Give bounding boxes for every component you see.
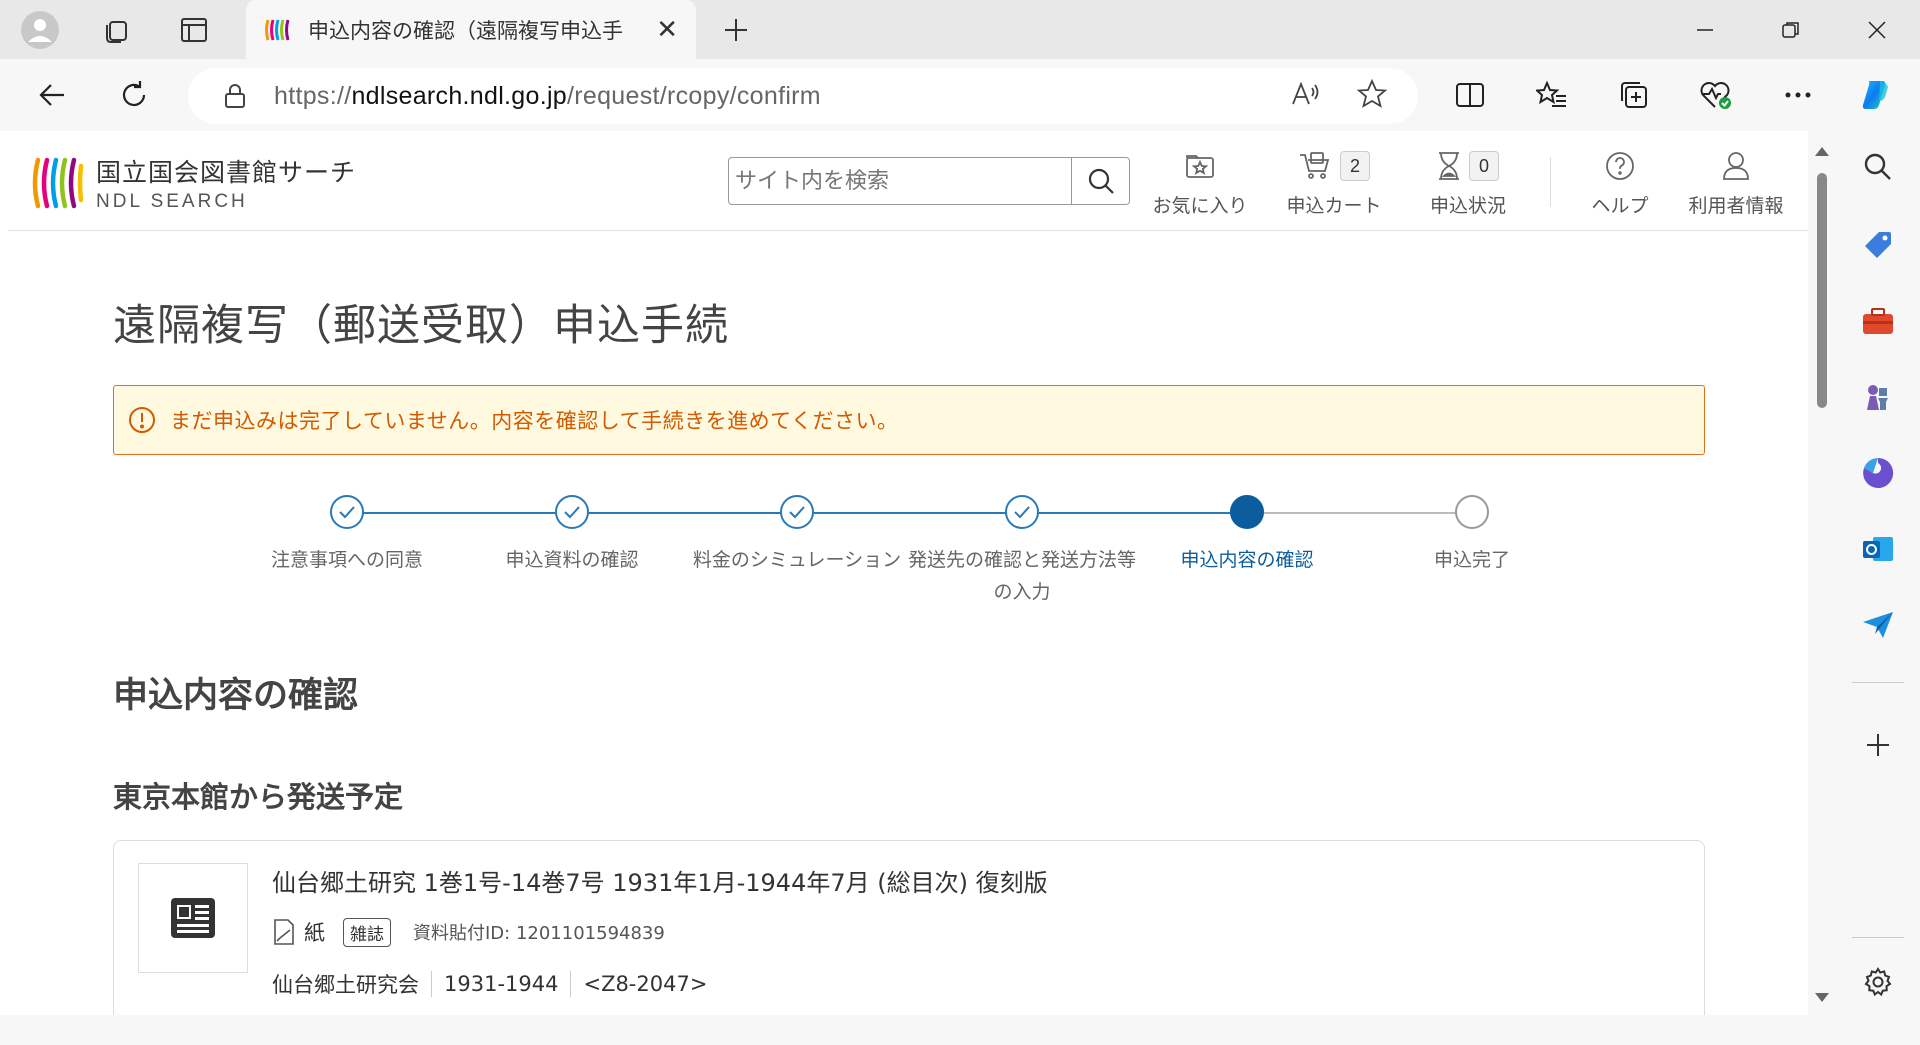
more-menu-icon[interactable] xyxy=(1778,75,1818,115)
tab-title: 申込内容の確認（遠隔複写申込手 xyxy=(308,18,623,43)
cart-count-badge: 2 xyxy=(1340,151,1370,181)
close-window-icon[interactable] xyxy=(1854,8,1900,52)
favorites-icon[interactable] xyxy=(1532,75,1572,115)
check-icon xyxy=(564,506,580,519)
progress-steps: 注意事項への同意 申込資料の確認 料金のシミュレーション 発送先の確認と発送方法… xyxy=(8,495,1808,635)
sidebar-divider-bottom xyxy=(1852,937,1904,938)
outlook-icon[interactable] xyxy=(1856,527,1900,571)
lock-icon[interactable] xyxy=(224,83,246,109)
close-tab-icon[interactable]: ✕ xyxy=(656,15,678,45)
nav-status[interactable]: 0 申込状況 xyxy=(1420,149,1516,218)
window-bottom-edge xyxy=(0,1015,1836,1045)
nav-help[interactable]: ヘルプ xyxy=(1580,149,1660,218)
item-meta: 紙 雑誌 資料貼付ID: 1201101594839 xyxy=(272,917,665,947)
favorites-folder-icon xyxy=(1186,155,1214,178)
browser-tabbar: 申込内容の確認（遠隔複写申込手 ✕ xyxy=(0,0,1920,59)
tab-actions-icon[interactable] xyxy=(174,10,214,50)
item-title: 仙台郷土研究 1巻1号-14巻7号 1931年1月-1944年7月 (総目次) … xyxy=(272,869,1048,897)
scrollbar-thumb[interactable] xyxy=(1817,173,1827,408)
user-icon xyxy=(1723,152,1749,180)
edge-sidebar xyxy=(1836,131,1920,1045)
section-title: 申込内容の確認 xyxy=(113,676,359,716)
collections-icon[interactable] xyxy=(1614,75,1654,115)
header-divider xyxy=(1550,157,1551,207)
request-item-card: 仙台郷土研究 1巻1号-14巻7号 1931年1月-1944年7月 (総目次) … xyxy=(113,840,1705,1015)
profile-icon[interactable] xyxy=(20,10,60,50)
sidebar-search-icon[interactable] xyxy=(1856,145,1900,189)
favorite-star-icon[interactable] xyxy=(1356,78,1388,114)
check-icon xyxy=(339,506,355,519)
ndl-logo-icon xyxy=(32,157,84,209)
site-search xyxy=(728,157,1130,205)
games-chess-icon[interactable] xyxy=(1856,375,1900,419)
item-call-number: <Z8-2047> xyxy=(583,972,708,996)
search-icon xyxy=(1088,168,1114,194)
check-icon xyxy=(1014,506,1030,519)
add-sidebar-app-icon[interactable] xyxy=(1856,723,1900,767)
sidebar-divider xyxy=(1852,682,1904,683)
page-viewport: 国立国会図書館サーチ NDL SEARCH お気に入り 2 申込カート 0 xyxy=(8,131,1808,1015)
check-icon xyxy=(789,506,805,519)
step-1: 注意事項への同意 xyxy=(227,495,467,576)
sidebar-settings-gear-icon[interactable] xyxy=(1856,960,1900,1004)
ndl-favicon-icon xyxy=(265,19,290,40)
item-thumbnail xyxy=(138,863,248,973)
minimize-icon[interactable] xyxy=(1682,8,1728,52)
item-format: 紙 xyxy=(304,921,325,945)
back-icon[interactable] xyxy=(30,73,74,117)
step-2: 申込資料の確認 xyxy=(452,495,692,576)
url-text[interactable]: https://ndlsearch.ndl.go.jp/request/rcop… xyxy=(274,82,821,111)
item-id: 資料貼付ID: 1201101594839 xyxy=(413,923,665,944)
active-tab[interactable]: 申込内容の確認（遠隔複写申込手 ✕ xyxy=(246,0,696,59)
refresh-icon[interactable] xyxy=(112,73,156,117)
restore-icon[interactable] xyxy=(1768,8,1814,52)
item-years: 1931-1944 xyxy=(444,972,559,996)
step-6: 申込完了 xyxy=(1352,495,1592,576)
logo-english-text: NDL SEARCH xyxy=(96,191,248,212)
ship-from-heading: 東京本館から発送予定 xyxy=(113,780,404,814)
send-icon[interactable] xyxy=(1856,603,1900,647)
search-button[interactable] xyxy=(1071,158,1129,204)
step-3: 料金のシミュレーション xyxy=(677,495,917,576)
read-aloud-icon[interactable] xyxy=(1290,78,1322,114)
step-5-current: 申込内容の確認 xyxy=(1127,495,1367,576)
step-4: 発送先の確認と発送方法等の入力 xyxy=(902,495,1142,608)
page-title: 遠隔複写（郵送受取）申込手続 xyxy=(113,301,729,351)
site-header: 国立国会図書館サーチ NDL SEARCH お気に入り 2 申込カート 0 xyxy=(8,131,1808,231)
item-type-tag: 雑誌 xyxy=(343,917,391,947)
browser-toolbar: https://ndlsearch.ndl.go.jp/request/rcop… xyxy=(0,59,1920,131)
address-bar[interactable]: https://ndlsearch.ndl.go.jp/request/rcop… xyxy=(188,68,1418,124)
nav-user-info[interactable]: 利用者情報 xyxy=(1686,149,1786,218)
item-publisher: 仙台郷土研究会 xyxy=(272,973,419,997)
nav-cart[interactable]: 2 申込カート xyxy=(1280,149,1388,218)
hourglass-icon xyxy=(1439,152,1459,180)
incomplete-alert: まだ申込みは完了していません。内容を確認して手続きを進めてください。 xyxy=(113,385,1705,455)
site-search-input[interactable] xyxy=(729,158,1071,204)
nav-favorites[interactable]: お気に入り xyxy=(1150,149,1250,218)
warning-icon xyxy=(129,407,155,433)
tools-briefcase-icon[interactable] xyxy=(1856,299,1900,343)
page-scrollbar[interactable] xyxy=(1808,131,1836,1015)
browser-essentials-icon[interactable] xyxy=(1696,75,1736,115)
help-icon xyxy=(1606,152,1634,180)
magazine-icon xyxy=(171,898,215,938)
cart-icon xyxy=(1300,152,1330,179)
site-logo[interactable]: 国立国会図書館サーチ NDL SEARCH xyxy=(30,153,356,213)
workspaces-icon[interactable] xyxy=(96,10,136,50)
new-tab-icon[interactable] xyxy=(716,10,756,50)
shopping-tag-icon[interactable] xyxy=(1856,223,1900,267)
status-count-badge: 0 xyxy=(1469,151,1499,181)
item-publication-info: 仙台郷土研究会 1931-1944 <Z8-2047> xyxy=(272,969,707,999)
scroll-up-arrow[interactable] xyxy=(1815,147,1829,156)
split-screen-icon[interactable] xyxy=(1450,75,1490,115)
microsoft365-icon[interactable] xyxy=(1856,451,1900,495)
logo-japanese-text: 国立国会図書館サーチ xyxy=(96,158,357,187)
copilot-icon[interactable] xyxy=(1856,75,1896,115)
scroll-down-arrow[interactable] xyxy=(1815,993,1829,1002)
paper-document-icon xyxy=(274,919,294,945)
